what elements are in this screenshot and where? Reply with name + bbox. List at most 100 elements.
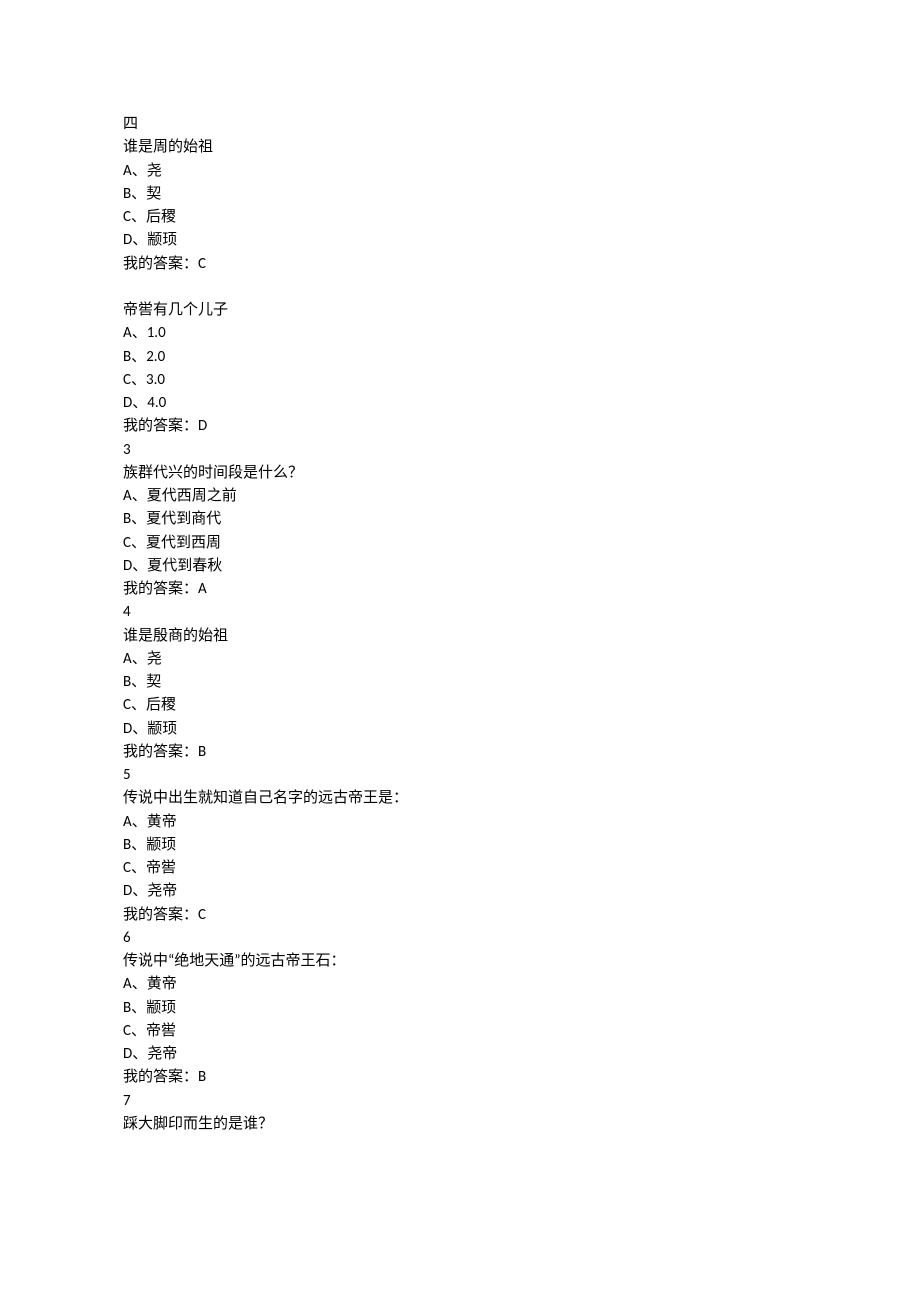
- option-value: 颛顼: [147, 720, 177, 738]
- answer-label: 我的答案：: [123, 743, 198, 761]
- option-letter: D: [123, 882, 132, 900]
- option-value: 2.0: [146, 348, 165, 366]
- option-sep: 、: [132, 882, 147, 900]
- question-option: D、颛顼: [123, 229, 920, 252]
- option-value: 尧: [147, 162, 162, 180]
- option-sep: 、: [132, 487, 147, 505]
- question-text: 帝喾有几个儿子: [123, 299, 920, 322]
- question-block: 3 族群代兴的时间段是什么？ A、夏代西周之前 B、夏代到商代 C、夏代到西周 …: [123, 439, 920, 602]
- option-sep: 、: [132, 720, 147, 738]
- question-option: A、夏代西周之前: [123, 485, 920, 508]
- option-letter: C: [123, 534, 131, 552]
- answer-label: 我的答案：: [123, 417, 198, 435]
- answer-line: 我的答案：B: [123, 1066, 920, 1089]
- document-page: 四 谁是周的始祖 A、尧 B、契 C、后稷 D、颛顼 我的答案：C 帝喾有几个儿…: [0, 0, 920, 1136]
- answer-value: C: [198, 255, 206, 273]
- question-block: 谁是周的始祖 A、尧 B、契 C、后稷 D、颛顼 我的答案：C: [123, 136, 920, 276]
- question-option: B、夏代到商代: [123, 508, 920, 531]
- option-sep: 、: [132, 1045, 147, 1063]
- question-option: D、尧帝: [123, 1043, 920, 1066]
- option-letter: B: [123, 348, 131, 366]
- answer-line: 我的答案：A: [123, 578, 920, 601]
- question-number: 6: [123, 927, 920, 950]
- question-option: D、4.0: [123, 392, 920, 415]
- option-sep: 、: [131, 696, 146, 714]
- option-value: 黄帝: [147, 975, 177, 993]
- answer-line: 我的答案：C: [123, 904, 920, 927]
- question-option: D、尧帝: [123, 880, 920, 903]
- question-number: 4: [123, 601, 920, 624]
- option-sep: 、: [131, 510, 146, 528]
- option-letter: D: [123, 1045, 132, 1063]
- option-sep: 、: [131, 208, 146, 226]
- option-value: 夏代到春秋: [147, 557, 222, 575]
- section-label: 四: [123, 113, 920, 136]
- option-letter: A: [123, 975, 132, 993]
- option-sep: 、: [131, 859, 146, 877]
- answer-value: C: [198, 906, 206, 924]
- option-sep: 、: [132, 813, 147, 831]
- option-letter: A: [123, 162, 132, 180]
- option-letter: A: [123, 324, 132, 342]
- question-option: D、夏代到春秋: [123, 555, 920, 578]
- option-value: 4.0: [147, 394, 166, 412]
- question-option: A、黄帝: [123, 973, 920, 996]
- answer-label: 我的答案：: [123, 580, 198, 598]
- option-value: 颛顼: [146, 999, 176, 1017]
- question-text: 族群代兴的时间段是什么？: [123, 462, 920, 485]
- answer-label: 我的答案：: [123, 1068, 198, 1086]
- option-letter: C: [123, 1022, 131, 1040]
- option-letter: A: [123, 650, 132, 668]
- option-letter: C: [123, 208, 131, 226]
- option-letter: D: [123, 394, 132, 412]
- question-option: A、1.0: [123, 322, 920, 345]
- option-letter: B: [123, 836, 131, 854]
- option-value: 后稷: [146, 696, 176, 714]
- option-value: 夏代西周之前: [147, 487, 237, 505]
- option-letter: B: [123, 185, 131, 203]
- option-value: 契: [146, 185, 161, 203]
- option-value: 尧: [147, 650, 162, 668]
- answer-value: A: [198, 580, 207, 598]
- option-sep: 、: [132, 394, 147, 412]
- option-value: 帝喾: [146, 1022, 176, 1040]
- option-sep: 、: [131, 185, 146, 203]
- question-text: 传说中“绝地天通”的远古帝王石：: [123, 950, 920, 973]
- option-letter: A: [123, 813, 132, 831]
- answer-line: 我的答案：C: [123, 253, 920, 276]
- question-option: C、帝喾: [123, 1020, 920, 1043]
- option-letter: C: [123, 859, 131, 877]
- answer-value: B: [198, 743, 206, 761]
- option-value: 夏代到商代: [146, 510, 221, 528]
- question-block: 6 传说中“绝地天通”的远古帝王石： A、黄帝 B、颛顼 C、帝喾 D、尧帝 我…: [123, 927, 920, 1090]
- question-number: 5: [123, 764, 920, 787]
- option-sep: 、: [131, 1022, 146, 1040]
- question-text: 踩大脚印而生的是谁？: [123, 1113, 920, 1136]
- option-value: 黄帝: [147, 813, 177, 831]
- question-block: 7 踩大脚印而生的是谁？: [123, 1090, 920, 1137]
- option-sep: 、: [131, 999, 146, 1017]
- option-sep: 、: [131, 348, 146, 366]
- option-value: 3.0: [146, 371, 165, 389]
- question-option: B、颛顼: [123, 834, 920, 857]
- question-number: 7: [123, 1090, 920, 1113]
- answer-line: 我的答案：D: [123, 415, 920, 438]
- option-sep: 、: [132, 324, 147, 342]
- option-value: 尧帝: [147, 882, 177, 900]
- question-block: 5 传说中出生就知道自己名字的远古帝王是： A、黄帝 B、颛顼 C、帝喾 D、尧…: [123, 764, 920, 927]
- option-letter: C: [123, 371, 131, 389]
- question-option: A、黄帝: [123, 811, 920, 834]
- option-sep: 、: [132, 975, 147, 993]
- question-option: A、尧: [123, 160, 920, 183]
- option-value: 帝喾: [146, 859, 176, 877]
- answer-line: 我的答案：B: [123, 741, 920, 764]
- option-sep: 、: [132, 162, 147, 180]
- option-sep: 、: [132, 557, 147, 575]
- answer-value: D: [198, 417, 207, 435]
- option-sep: 、: [131, 371, 146, 389]
- answer-label: 我的答案：: [123, 906, 198, 924]
- option-sep: 、: [132, 650, 147, 668]
- question-text: 谁是殷商的始祖: [123, 625, 920, 648]
- option-value: 尧帝: [147, 1045, 177, 1063]
- answer-label: 我的答案：: [123, 255, 198, 273]
